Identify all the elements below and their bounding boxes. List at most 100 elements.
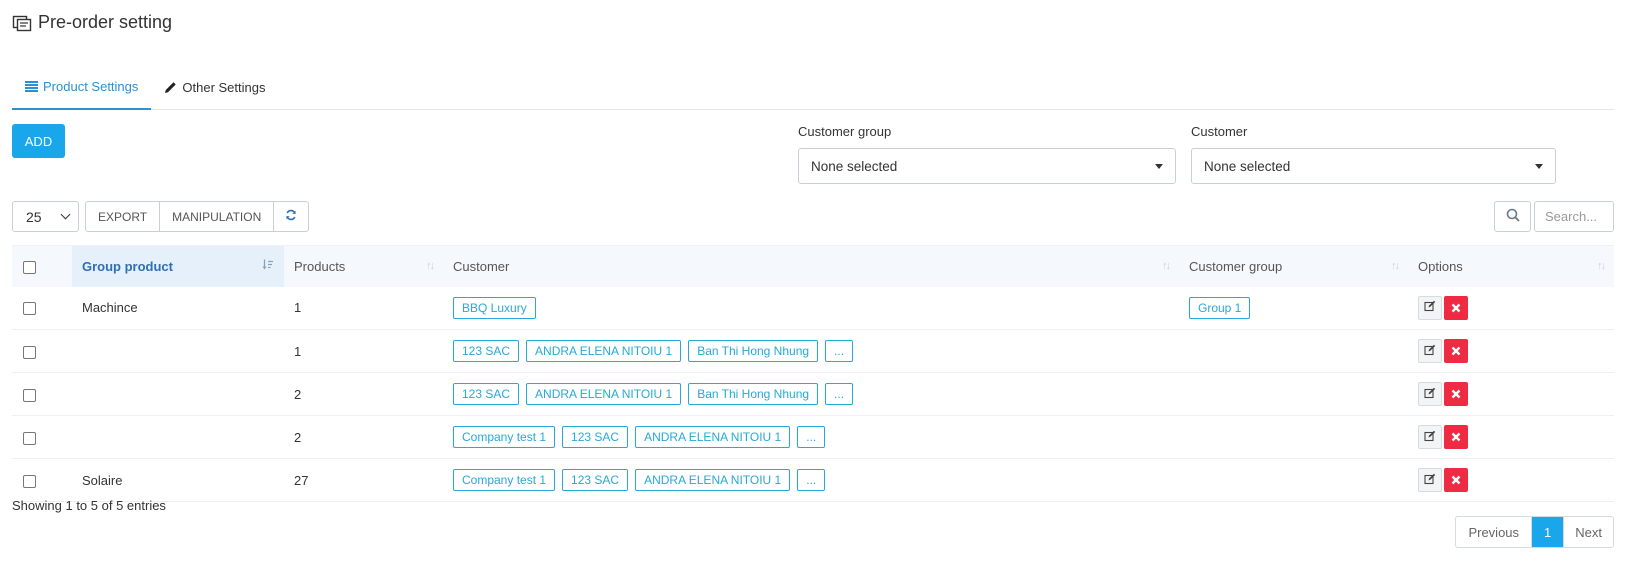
pencil-icon xyxy=(164,81,177,94)
close-icon xyxy=(1451,300,1461,316)
tab-other-settings[interactable]: Other Settings xyxy=(151,64,278,110)
row-checkbox[interactable] xyxy=(23,431,36,445)
tab-label: Other Settings xyxy=(182,79,266,95)
table-row: 2 Company test 1 123 SAC ANDRA ELENA NITOIU… xyxy=(12,416,1614,459)
customer-tag: ANDRA ELENA NITOIU 1 xyxy=(526,383,682,405)
delete-button[interactable] xyxy=(1444,339,1468,363)
more-customers-tag[interactable]: ... xyxy=(825,383,854,405)
col-products[interactable]: Products ↑↓ xyxy=(284,245,443,287)
previous-page-button[interactable]: Previous xyxy=(1456,517,1533,547)
row-select-cell xyxy=(12,459,72,502)
search-icon xyxy=(1506,208,1520,225)
sort-icon: ↑↓ xyxy=(1597,260,1606,273)
customer-value: None selected xyxy=(1204,158,1291,174)
customer-tag: ANDRA ELENA NITOIU 1 xyxy=(635,426,791,448)
options-cell xyxy=(1408,330,1614,373)
products-cell: 1 xyxy=(294,343,302,359)
row-checkbox[interactable] xyxy=(23,302,36,316)
preorder-table: Group product Products ↑↓ Customer ↑↓ Cu… xyxy=(12,245,1614,502)
current-page-button[interactable]: 1 xyxy=(1532,517,1564,547)
more-customers-tag[interactable]: ... xyxy=(797,426,826,448)
export-button[interactable]: EXPORT xyxy=(86,202,161,231)
customer-group-value: None selected xyxy=(811,158,898,174)
delete-button[interactable] xyxy=(1444,425,1468,449)
refresh-button[interactable] xyxy=(274,202,308,231)
row-checkbox[interactable] xyxy=(23,388,36,402)
customer-group-label: Customer group xyxy=(798,124,892,139)
add-button[interactable]: ADD xyxy=(12,124,65,158)
sort-desc-icon xyxy=(262,259,274,274)
edit-icon xyxy=(1424,300,1436,315)
table-row: Solaire 27 Company test 1 123 SAC ANDRA ELEN… xyxy=(12,459,1614,502)
customer-filter: Customer None selected xyxy=(1191,124,1556,184)
edit-button[interactable] xyxy=(1418,339,1442,363)
group-product-cell xyxy=(72,330,284,373)
edit-button[interactable] xyxy=(1418,425,1442,449)
customer-tag: Company test 1 xyxy=(453,426,556,448)
edit-icon xyxy=(1424,387,1436,402)
row-select-cell xyxy=(12,373,72,416)
page-length-select[interactable]: 25 xyxy=(12,201,79,232)
delete-button[interactable] xyxy=(1444,468,1468,492)
customer-group-cell: Group 1 xyxy=(1179,287,1408,330)
delete-button[interactable] xyxy=(1444,382,1468,406)
edit-button[interactable] xyxy=(1418,295,1442,320)
edit-button[interactable] xyxy=(1418,382,1442,406)
table-row: 2 123 SAC ANDRA ELENA NITOIU 1 Ban Thi Hong… xyxy=(12,373,1614,416)
customer-tag: 123 SAC xyxy=(453,383,520,405)
row-options xyxy=(1418,339,1604,363)
delete-button[interactable] xyxy=(1444,295,1468,320)
caret-down-icon xyxy=(1155,163,1163,169)
customer-group-cell xyxy=(1179,373,1408,416)
row-options xyxy=(1418,425,1604,449)
row-options xyxy=(1418,295,1604,320)
customer-tag: BBQ Luxury xyxy=(453,296,536,319)
page-length-value: 25 xyxy=(26,208,42,225)
row-select-cell xyxy=(12,330,72,373)
search-button[interactable] xyxy=(1494,201,1531,232)
customer-tag: Company test 1 xyxy=(453,469,556,491)
table-body: Machince 1 BBQ Luxury Group 1 1 123 SAC ANDRA … xyxy=(12,287,1614,502)
column-header: Products xyxy=(294,258,346,274)
pagination: Previous 1 Next xyxy=(1455,516,1614,548)
select-all-checkbox[interactable] xyxy=(23,260,36,274)
refresh-icon xyxy=(285,209,297,224)
col-group-product[interactable]: Group product xyxy=(72,245,284,287)
group-product-cell xyxy=(72,373,284,416)
tab-product-settings[interactable]: Product Settings xyxy=(12,64,152,110)
options-cell xyxy=(1408,416,1614,459)
customer-tag: ANDRA ELENA NITOIU 1 xyxy=(526,340,682,362)
col-customer[interactable]: Customer ↑↓ xyxy=(443,245,1179,287)
row-select-cell xyxy=(12,287,72,330)
close-icon xyxy=(1451,472,1461,488)
more-customers-tag[interactable]: ... xyxy=(825,340,854,362)
more-customers-tag[interactable]: ... xyxy=(797,469,826,491)
products-cell: 2 xyxy=(294,429,302,445)
close-icon xyxy=(1451,429,1461,445)
close-icon xyxy=(1451,386,1461,402)
products-cell: 1 xyxy=(294,300,302,316)
next-page-button[interactable]: Next xyxy=(1563,517,1613,547)
preorder-icon xyxy=(12,13,32,33)
row-select-cell xyxy=(12,416,72,459)
table-actions: EXPORT MANIPULATION xyxy=(85,201,310,232)
row-checkbox[interactable] xyxy=(23,345,36,359)
list-icon xyxy=(25,80,38,92)
customer-group-select[interactable]: None selected xyxy=(798,148,1176,184)
col-customer-group[interactable]: Customer group ↑↓ xyxy=(1179,245,1408,287)
col-options[interactable]: Options ↑↓ xyxy=(1408,245,1614,287)
customer-cell: 123 SAC ANDRA ELENA NITOIU 1 Ban Thi Hong … xyxy=(443,373,1179,416)
sort-icon: ↑↓ xyxy=(426,260,435,273)
customer-select[interactable]: None selected xyxy=(1191,148,1556,184)
customer-cell: 123 SAC ANDRA ELENA NITOIU 1 Ban Thi Hong … xyxy=(443,330,1179,373)
edit-icon xyxy=(1424,344,1436,359)
page-header: Pre-order setting xyxy=(12,12,172,33)
search-input[interactable] xyxy=(1534,201,1614,232)
edit-icon xyxy=(1424,430,1436,445)
customer-tag: 123 SAC xyxy=(453,340,520,362)
manipulation-button[interactable]: MANIPULATION xyxy=(160,202,275,231)
table-toolbar: 25 EXPORT MANIPULATION xyxy=(12,201,310,232)
row-checkbox[interactable] xyxy=(23,474,36,488)
page-title: Pre-order setting xyxy=(38,12,173,32)
edit-button[interactable] xyxy=(1418,468,1442,492)
